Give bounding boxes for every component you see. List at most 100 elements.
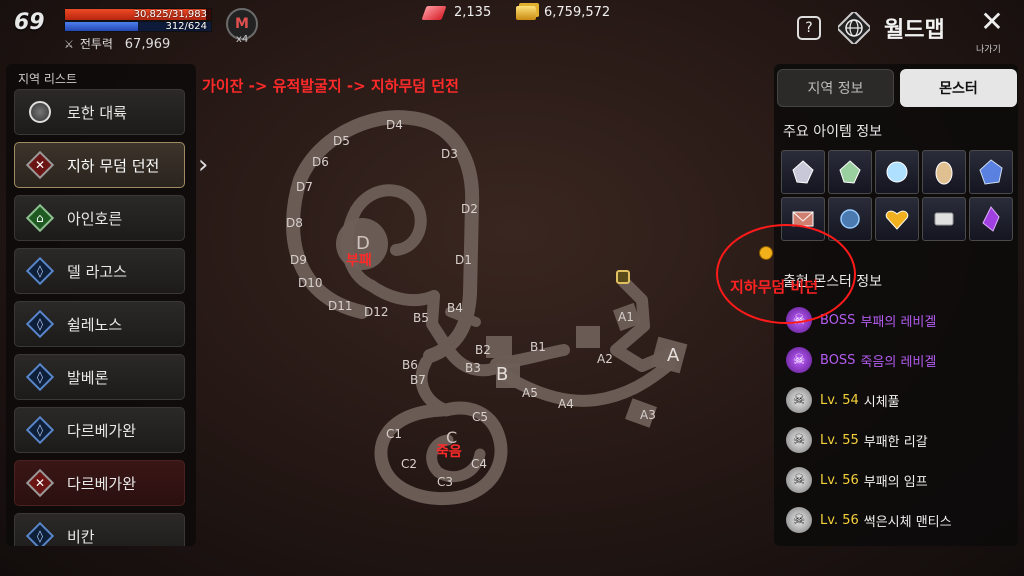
sword-icon: ⚔ [64, 38, 74, 51]
map-node[interactable]: C1 [386, 427, 402, 441]
map-node[interactable]: B6 [402, 358, 418, 372]
page-title: 월드맵 [884, 18, 945, 43]
crystal-green-icon[interactable] [828, 150, 872, 194]
map-node[interactable]: A4 [558, 397, 574, 411]
region-item-rohan[interactable]: 로한 대륙 [14, 89, 185, 135]
gold-icon [516, 5, 536, 20]
diamond-shape: ◊ [25, 256, 55, 286]
gold-heart-icon[interactable] [875, 197, 919, 241]
monster-tag: Lv. 55 [820, 432, 859, 448]
item-art [934, 212, 954, 226]
monster-name: 부패의 레비겔 [860, 314, 937, 330]
map-node[interactable]: A5 [522, 386, 538, 400]
egg-icon[interactable] [922, 150, 966, 194]
tab-region-info[interactable]: 지역 정보 [777, 69, 894, 107]
blue-orb-icon[interactable] [828, 197, 872, 241]
map-node[interactable]: B5 [413, 311, 429, 325]
map-node[interactable]: D9 [290, 253, 307, 267]
gold-amount: 6,759,572 [544, 5, 611, 20]
monster-row[interactable]: ☠ Lv. 55 부패한 리갈 [786, 427, 928, 453]
region-item-bikan[interactable]: ◊ 비칸 [14, 513, 185, 546]
map-node[interactable]: C2 [401, 457, 417, 471]
map-node[interactable]: D3 [441, 147, 458, 161]
region-list-title: 지역 리스트 [18, 72, 78, 86]
monster-tag: Lv. 56 [820, 512, 859, 528]
gem-amount: 2,135 [454, 5, 492, 20]
zone-label-a: A [667, 345, 680, 366]
portal-marker-icon[interactable] [616, 270, 630, 284]
diamond-shape: ◊ [25, 309, 55, 339]
monster-name: 썩은시체 맨티스 [863, 514, 952, 530]
gem-currency: 2,135 [421, 5, 492, 20]
region-item-del-lagos[interactable]: ◊ 델 라고스 [14, 248, 185, 294]
map-node[interactable]: D4 [386, 118, 403, 132]
monster-row[interactable]: ☠ BOSS 죽음의 레비겔 [786, 347, 936, 373]
map-node[interactable]: A2 [597, 352, 613, 366]
combat-power: ⚔ 전투력 67,969 [64, 35, 170, 52]
region-item-darbegawan-dungeon[interactable]: ✕ 다르베가완 [14, 460, 185, 506]
map-node[interactable]: D6 [312, 155, 329, 169]
map-node[interactable]: C3 [437, 475, 453, 489]
monster-row[interactable]: ☠ Lv. 54 시체풀 [786, 387, 900, 413]
region-item-darbegawan[interactable]: ◊ 다르베가완 [14, 407, 185, 453]
region-label: 아인호른 [67, 209, 123, 228]
diamond-shape: ◊ [25, 521, 55, 546]
monster-row[interactable]: ☠ Lv. 56 썩은시체 맨티스 [786, 507, 952, 533]
region-item-underground-tomb[interactable]: ✕ 지하 무덤 던전 [14, 142, 185, 188]
close-button[interactable]: ✕ [978, 8, 1006, 36]
monster-name: 시체풀 [863, 394, 900, 410]
region-item-einhorn[interactable]: ⌂ 아인호른 [14, 195, 185, 241]
items-section-title: 주요 아이템 정보 [783, 124, 883, 140]
purple-crystal-icon[interactable] [969, 197, 1013, 241]
map-node[interactable]: D1 [455, 253, 472, 267]
map-node[interactable]: B7 [410, 373, 426, 387]
gold-currency: 6,759,572 [516, 5, 610, 20]
crystal-white-icon[interactable] [781, 150, 825, 194]
help-button[interactable]: ? [797, 16, 821, 40]
map-node[interactable]: D8 [286, 216, 303, 230]
map-node[interactable]: D5 [333, 134, 350, 148]
gem-icon [421, 5, 447, 20]
map-node[interactable]: D11 [328, 299, 353, 313]
crystal-orb-icon[interactable] [875, 150, 919, 194]
mp-text: 312/624 [165, 21, 207, 32]
tab-monster[interactable]: 몬스터 [900, 69, 1017, 107]
shield-icon: ◊ [25, 415, 55, 445]
map-node[interactable]: B2 [475, 343, 491, 357]
map-node[interactable]: C4 [471, 457, 487, 471]
monster-row[interactable]: ☠ Lv. 56 부패의 임프 [786, 467, 928, 493]
diamond-shape: ◊ [25, 362, 55, 392]
map-node[interactable]: D12 [364, 305, 389, 319]
monster-skull-icon: ☠ [786, 507, 812, 533]
map-node[interactable]: D10 [298, 276, 323, 290]
region-item-balberon[interactable]: ◊ 발베론 [14, 354, 185, 400]
map-node[interactable]: B3 [465, 361, 481, 375]
home-icon: ⌂ [25, 203, 55, 233]
diamond-shape: ◊ [25, 415, 55, 445]
map-node[interactable]: B1 [530, 340, 546, 354]
region-label: 비칸 [67, 527, 95, 546]
player-level: 69 [14, 10, 45, 35]
zone-label-b: B [496, 364, 509, 385]
map-node[interactable]: D7 [296, 180, 313, 194]
dungeon-map[interactable] [196, 64, 770, 546]
zone-name-d: 부패 [346, 253, 372, 269]
map-node[interactable]: B4 [447, 301, 463, 315]
item-art [840, 209, 860, 229]
zone-name-c: 죽음 [436, 444, 462, 460]
crossed-swords-icon: ✕ [25, 468, 55, 498]
item-art [839, 160, 861, 184]
shield-icon: ◊ [25, 362, 55, 392]
map-node[interactable]: D2 [461, 202, 478, 216]
monster-tag: Lv. 54 [820, 392, 859, 408]
diamond-shape: ⌂ [25, 203, 55, 233]
item-art [982, 206, 1000, 232]
map-node[interactable]: C5 [472, 410, 488, 424]
scroll-icon[interactable] [922, 197, 966, 241]
monster-name: 죽음의 레비겔 [860, 354, 937, 370]
region-item-shillenos[interactable]: ◊ 쉴레노스 [14, 301, 185, 347]
crystal-blue-icon[interactable] [969, 150, 1013, 194]
map-node[interactable]: A3 [640, 408, 656, 422]
map-node[interactable]: A1 [618, 310, 634, 324]
shield-icon: ◊ [25, 309, 55, 339]
